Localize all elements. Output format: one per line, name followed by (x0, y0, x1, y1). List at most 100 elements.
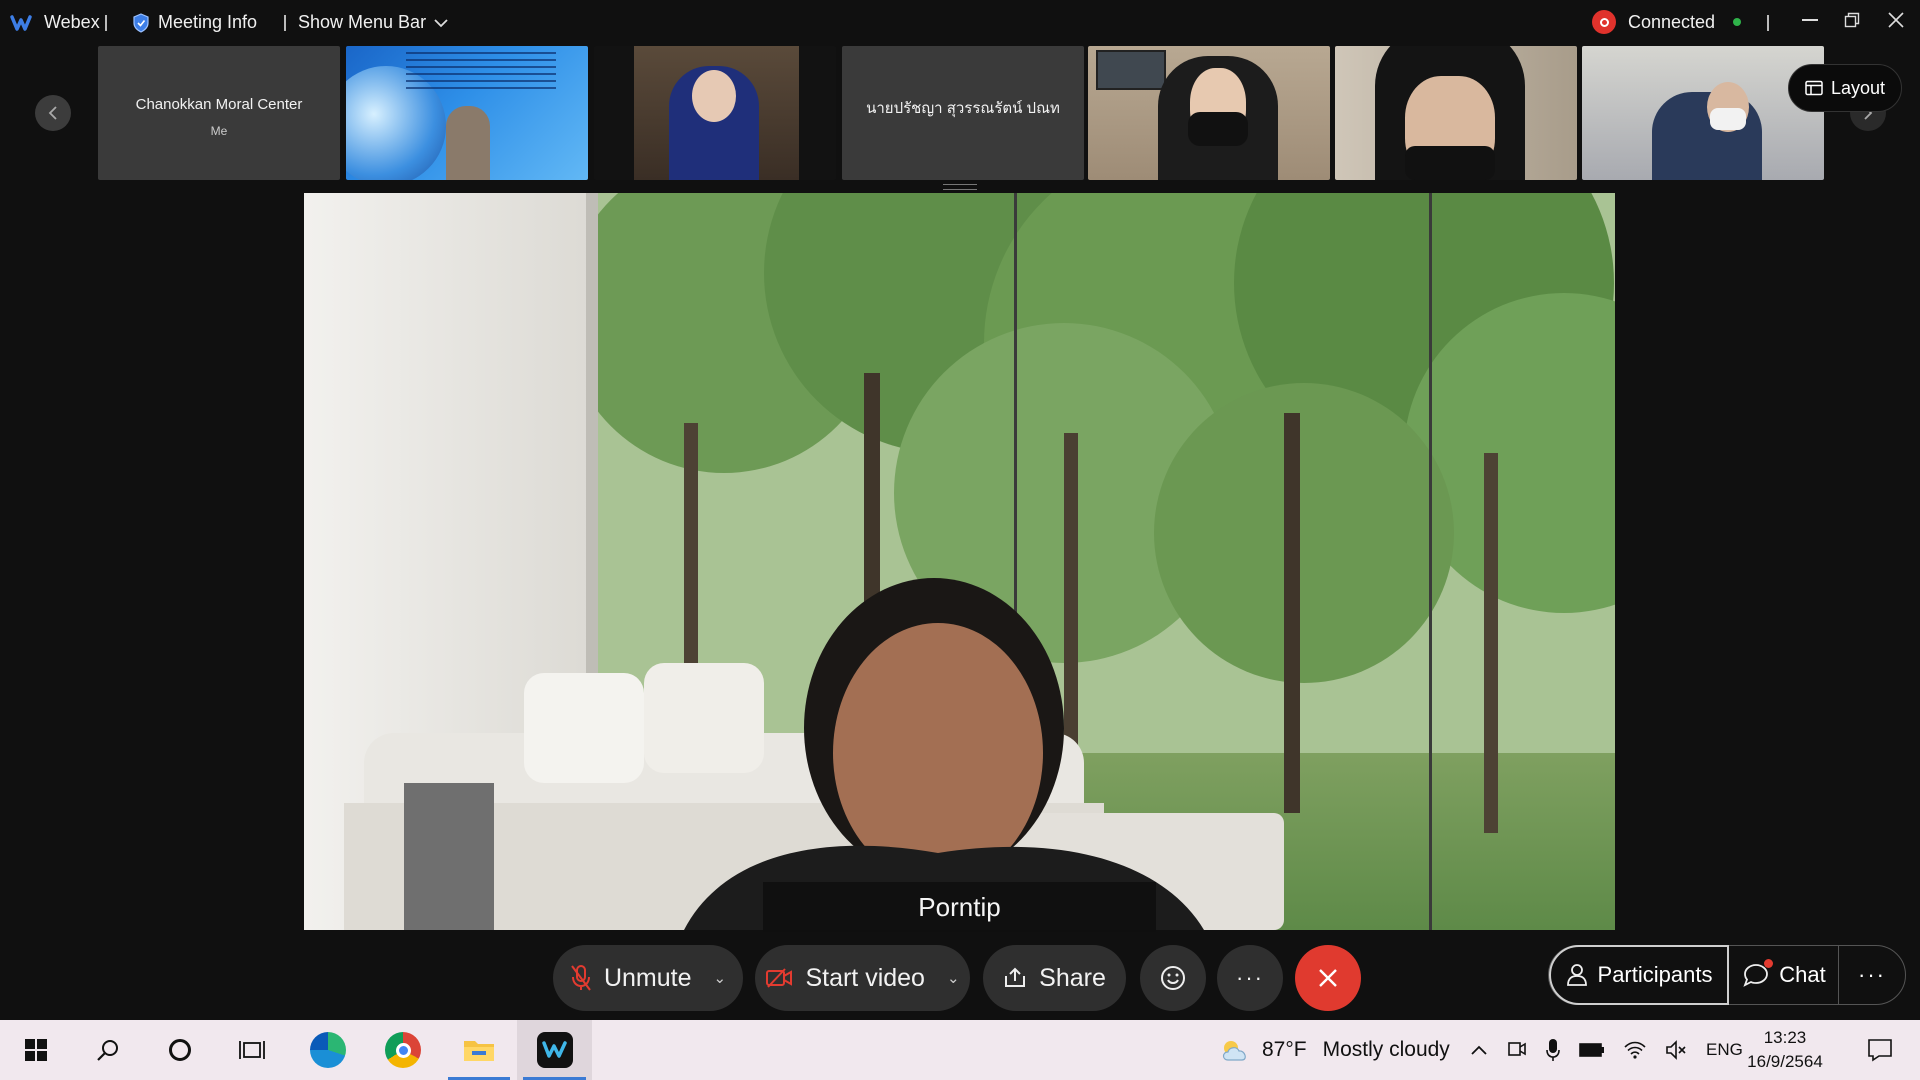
status-dot-icon (1733, 18, 1742, 26)
chevron-down-icon[interactable]: ⌄ (713, 969, 726, 987)
close-icon (1888, 12, 1904, 28)
unmute-button[interactable]: Unmute ⌄ (553, 945, 743, 1011)
participant-video-tile[interactable] (1088, 46, 1330, 180)
divider (105, 15, 107, 31)
search-button[interactable] (72, 1020, 144, 1080)
webex-app-icon (536, 1032, 573, 1068)
status-label: Connected (1628, 11, 1716, 32)
meeting-info-label: Meeting Info (158, 12, 258, 32)
share-button[interactable]: Share (983, 945, 1126, 1011)
show-menu-bar-button[interactable]: Show Menu Bar (298, 12, 448, 33)
notifications-button[interactable] (1850, 1020, 1910, 1080)
meet-now-icon[interactable] (1507, 1039, 1527, 1061)
participant-tile-me[interactable]: Chanokkan Moral Center Me (98, 46, 340, 180)
speaker-name-label: Porntip (763, 882, 1156, 932)
participants-button[interactable]: Participants (1549, 945, 1729, 1005)
slide-text-block (406, 52, 556, 92)
connection-status[interactable]: Connected (1592, 10, 1742, 34)
search-icon (97, 1040, 118, 1061)
folder-icon (464, 1041, 494, 1061)
divider (284, 15, 286, 31)
more-dots-icon: ··· (1858, 962, 1886, 987)
speaker-video-frame (304, 193, 1615, 930)
chevron-down-icon[interactable]: ⌄ (947, 969, 960, 987)
active-speaker-video (304, 193, 1615, 930)
microphone-icon[interactable] (1546, 1038, 1560, 1062)
divider (1767, 15, 1769, 31)
cloudy-weather-icon (1222, 1041, 1246, 1061)
clock-date: 16/9/2564 (1747, 1052, 1823, 1071)
recording-icon (1592, 10, 1616, 34)
task-view-button[interactable] (216, 1020, 288, 1080)
face-mask (1188, 112, 1248, 146)
emoji-icon (1161, 966, 1185, 990)
close-button[interactable] (1876, 0, 1916, 40)
strip-resize-handle[interactable] (943, 184, 977, 190)
file-explorer-app-button[interactable] (442, 1020, 516, 1080)
meeting-info-button[interactable]: Meeting Info (132, 12, 257, 33)
participant-strip: Chanokkan Moral Center Me นายปรัชญา สุวร… (0, 45, 1920, 185)
speaker-muted-icon[interactable] (1665, 1040, 1687, 1060)
weather-widget[interactable]: 87°F Mostly cloudy (1218, 1020, 1450, 1080)
person-silhouette (446, 106, 490, 180)
start-video-button[interactable]: Start video ⌄ (755, 945, 970, 1011)
face-shape (692, 70, 736, 122)
restore-button[interactable] (1832, 0, 1872, 40)
participant-video-tile[interactable] (1335, 46, 1577, 180)
panel-toggle-group: Participants Chat ··· (1548, 945, 1906, 1005)
participant-video-tile[interactable] (346, 46, 588, 180)
notification-icon (1868, 1039, 1892, 1062)
clock-time: 13:23 (1763, 1028, 1807, 1047)
task-view-icon (239, 1041, 265, 1059)
share-label: Share (1039, 963, 1106, 992)
windows-logo-icon (25, 1039, 47, 1061)
start-button[interactable] (0, 1020, 72, 1080)
cortana-ring-icon (169, 1039, 191, 1061)
participant-video-tile[interactable] (594, 46, 836, 180)
participant-sub-label: Me (210, 124, 228, 138)
participant-name: นายปรัชญา สุวรรณรัตน์ ปณท (866, 100, 1060, 117)
webex-app-menu[interactable]: Webex (10, 12, 100, 33)
muted-mic-icon (571, 965, 591, 991)
webex-logo-icon (10, 14, 32, 31)
monitor-graphic (1096, 50, 1166, 90)
strip-prev-button[interactable] (35, 95, 71, 131)
chevron-down-icon (434, 18, 448, 27)
battery-icon[interactable] (1579, 1042, 1605, 1058)
panel-more-button[interactable]: ··· (1839, 945, 1905, 1005)
shield-icon (133, 12, 149, 33)
start-video-label: Start video (805, 963, 925, 992)
person-icon (1566, 964, 1587, 986)
wifi-icon[interactable] (1624, 1041, 1646, 1059)
reactions-button[interactable] (1140, 945, 1206, 1011)
edge-app-button[interactable] (292, 1020, 364, 1080)
webex-app-button[interactable] (517, 1020, 592, 1080)
share-icon (1005, 967, 1026, 987)
layout-label: Layout (1830, 77, 1886, 98)
chrome-app-button[interactable] (367, 1020, 439, 1080)
face-mask (1405, 146, 1495, 180)
video-off-icon (766, 968, 793, 988)
unmute-label: Unmute (603, 963, 692, 992)
more-options-button[interactable]: ··· (1217, 945, 1283, 1011)
chat-icon-wrap (1743, 959, 1774, 987)
system-tray: ENG (1470, 1020, 1743, 1080)
app-name: Webex (44, 12, 100, 32)
chat-button[interactable]: Chat (1731, 945, 1839, 1005)
clock[interactable]: 13:23 16/9/2564 (1730, 1026, 1840, 1074)
restore-icon (1844, 12, 1860, 28)
chat-label: Chat (1779, 962, 1826, 987)
minimize-button[interactable] (1790, 0, 1830, 40)
layout-button[interactable]: Layout (1788, 64, 1902, 112)
participant-video-tile[interactable] (1582, 46, 1824, 180)
layout-icon (1805, 80, 1823, 96)
participants-label: Participants (1597, 962, 1713, 987)
chevron-left-icon (48, 106, 57, 120)
show-menu-bar-label: Show Menu Bar (298, 12, 427, 32)
windows-taskbar: 87°F Mostly cloudy ENG 13:23 16/9/2564 (0, 1020, 1920, 1080)
minimize-icon (1802, 19, 1818, 21)
leave-meeting-button[interactable] (1295, 945, 1361, 1011)
participant-tile[interactable]: นายปรัชญา สุวรรณรัตน์ ปณท (842, 46, 1084, 180)
chevron-up-icon[interactable] (1470, 1044, 1488, 1056)
cortana-button[interactable] (144, 1020, 216, 1080)
